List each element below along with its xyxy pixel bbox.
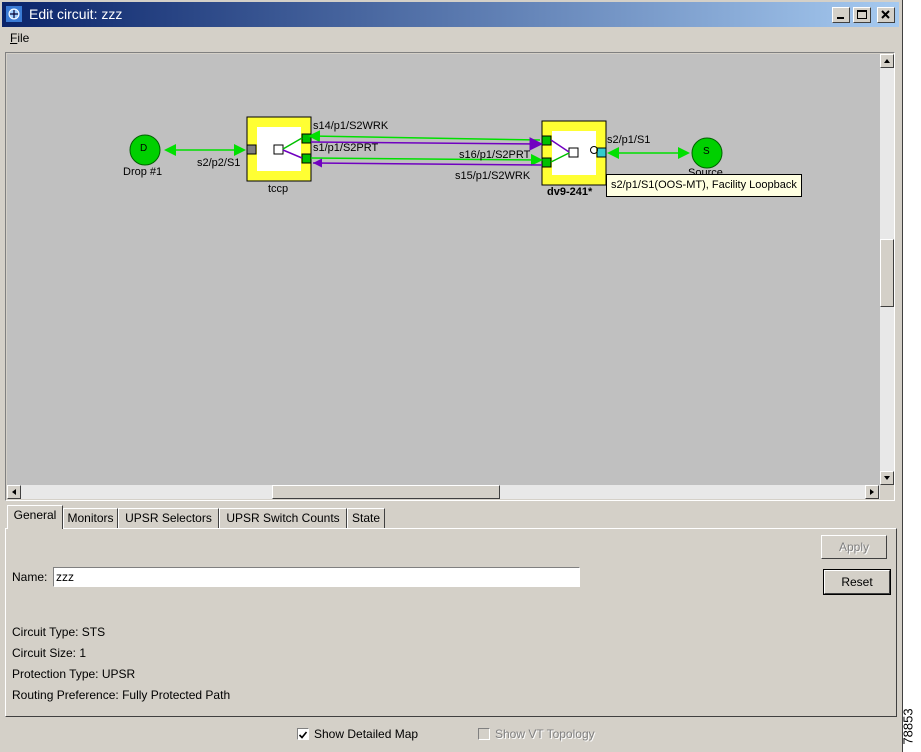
dv9-port-top[interactable]	[541, 135, 552, 146]
show-vt-topology-label: Show VT Topology	[495, 727, 595, 741]
span-link-s15-arrow	[313, 158, 322, 168]
close-icon	[881, 10, 890, 19]
menu-bar: File	[0, 29, 900, 49]
apply-button[interactable]: Apply	[821, 535, 887, 559]
map-horizontal-scrollbar[interactable]	[7, 485, 880, 499]
checkmark-icon	[298, 731, 308, 739]
protection-type: Protection Type: UPSR	[12, 667, 136, 681]
map-options-bar: Show Detailed Map Show VT Topology	[0, 720, 900, 748]
dv9-xc	[568, 147, 579, 158]
edit-circuit-window: Edit circuit: zzz File D Drop #1 s2/p2/S…	[0, 0, 903, 752]
scroll-down-button[interactable]	[880, 471, 894, 485]
circuit-map[interactable]: D Drop #1 s2/p2/S1 tccp s14/p1/S2WRK s1/…	[7, 54, 880, 485]
circuit-type: Circuit Type: STS	[12, 625, 106, 639]
figure-code-text: 78853	[900, 708, 916, 745]
map-vertical-scrollbar[interactable]	[880, 54, 894, 485]
source-port-label: s2/p1/S1	[607, 134, 651, 146]
span-label-s15: s15/p1/S2WRK	[455, 170, 531, 182]
app-icon	[6, 6, 22, 22]
span-label-s14: s14/p1/S2WRK	[313, 120, 389, 132]
drop-port-label: s2/p2/S1	[197, 157, 241, 169]
tccp-port-top[interactable]	[301, 133, 312, 144]
span-label-s16: s16/p1/S2PRT	[459, 149, 531, 161]
arrow-up-icon	[884, 59, 890, 63]
drop-node-label: Drop #1	[123, 166, 163, 178]
circuit-properties-panel: General Monitors UPSR Selectors UPSR Swi…	[5, 505, 897, 717]
circuit-map-frame: D Drop #1 s2/p2/S1 tccp s14/p1/S2WRK s1/…	[5, 52, 895, 501]
show-detailed-map-checkbox[interactable]	[297, 728, 309, 740]
show-detailed-map-label[interactable]: Show Detailed Map	[314, 727, 418, 741]
maximize-icon	[857, 10, 867, 19]
tab-state[interactable]: State	[347, 508, 385, 528]
scroll-up-button[interactable]	[880, 54, 894, 68]
scroll-left-button[interactable]	[7, 485, 21, 499]
arrow-down-icon	[884, 476, 890, 480]
general-tab-body: Apply Reset Name: zzz Circuit Type: STS …	[5, 528, 897, 717]
arrow-left-icon	[12, 489, 16, 495]
span-label-s1: s1/p1/S2PRT	[313, 142, 379, 154]
span-link-s14[interactable]	[308, 130, 541, 143]
show-vt-topology-checkbox[interactable]	[478, 728, 490, 740]
dv9-label: dv9-241*	[547, 186, 593, 198]
tccp-label: tccp	[268, 183, 289, 195]
tab-general[interactable]: General	[7, 505, 63, 529]
arrow-right-icon	[870, 489, 874, 495]
tccp-port-left[interactable]	[246, 144, 257, 155]
vertical-scroll-thumb[interactable]	[880, 239, 894, 307]
scroll-corner	[880, 485, 894, 499]
tab-upsr-selectors[interactable]: UPSR Selectors	[118, 508, 219, 528]
dv9-port-right[interactable]	[596, 147, 607, 158]
dv9-port-bottom[interactable]	[541, 157, 552, 168]
tccp-port-bottom[interactable]	[301, 153, 312, 164]
menu-file[interactable]: File	[10, 31, 29, 45]
reset-button[interactable]: Reset	[823, 569, 891, 595]
minimize-button[interactable]	[832, 7, 850, 23]
tccp-xc	[273, 144, 284, 155]
maximize-button[interactable]	[853, 7, 871, 23]
scroll-right-button[interactable]	[865, 485, 879, 499]
source-node-letter: S	[703, 146, 710, 157]
loopback-tooltip: s2/p1/S1(OOS-MT), Facility Loopback	[606, 174, 802, 197]
window-title: Edit circuit: zzz	[29, 6, 123, 22]
span-link-s15[interactable]	[312, 162, 543, 166]
circuit-size: Circuit Size: 1	[12, 646, 87, 660]
tab-strip: General Monitors UPSR Selectors UPSR Swi…	[5, 505, 897, 529]
tab-monitors[interactable]: Monitors	[63, 508, 118, 528]
figure-code: 78853	[900, 705, 920, 750]
title-bar[interactable]: Edit circuit: zzz	[2, 2, 899, 27]
circuit-map-canvas	[129, 116, 723, 186]
routing-preference: Routing Preference: Fully Protected Path	[12, 688, 231, 702]
tab-upsr-switch-counts[interactable]: UPSR Switch Counts	[219, 508, 347, 528]
close-button[interactable]	[877, 7, 895, 23]
minimize-icon	[837, 17, 844, 19]
name-label: Name:	[12, 570, 48, 584]
name-field[interactable]: zzz	[53, 567, 580, 587]
horizontal-scroll-thumb[interactable]	[272, 485, 500, 499]
drop-node-letter: D	[140, 143, 148, 154]
